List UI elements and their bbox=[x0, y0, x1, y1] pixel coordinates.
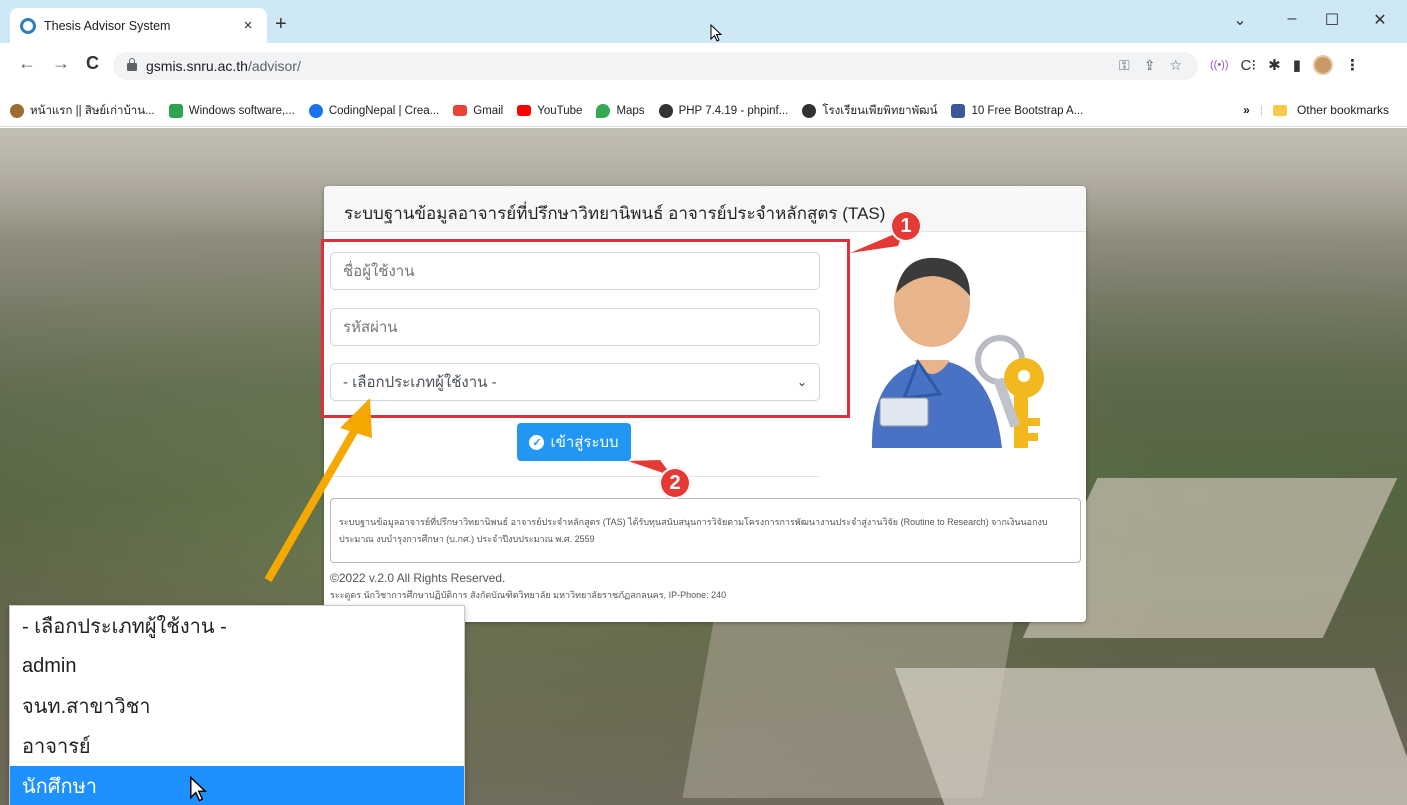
password-input[interactable] bbox=[330, 308, 820, 346]
bookmarks-divider: | bbox=[1259, 103, 1263, 117]
lock-icon bbox=[127, 58, 137, 71]
maps-icon bbox=[596, 103, 611, 118]
bookmark-favicon-icon bbox=[951, 103, 966, 118]
globe-icon bbox=[658, 103, 673, 118]
profile-avatar[interactable] bbox=[1312, 55, 1333, 75]
annotation-badge-1: 1 bbox=[890, 210, 922, 242]
login-title: ระบบฐานข้อมูลอาจารย์ที่ปรึกษาวิทยานิพนธ์… bbox=[324, 186, 1086, 232]
info-notice: ระบบฐานข้อมูลอาจารย์ที่ปรึกษาวิทยานิพนธ์… bbox=[330, 498, 1081, 563]
url-host: gsmis.snru.ac.th bbox=[146, 58, 248, 74]
mouse-cursor-icon bbox=[710, 24, 722, 42]
new-tab-button[interactable]: + bbox=[275, 13, 287, 36]
reload-button[interactable]: C bbox=[86, 53, 99, 74]
bookmark-item[interactable]: Maps bbox=[596, 103, 645, 118]
bookmarks-bar: หน้าแรก || สิษย์เก่าบ้าน... Windows soft… bbox=[0, 95, 1407, 127]
globe-icon bbox=[802, 103, 817, 118]
other-bookmarks[interactable]: Other bookmarks bbox=[1297, 103, 1389, 117]
tab-strip: Thesis Advisor System × + ⌄ – ☐ ✕ bbox=[0, 0, 1407, 43]
extension-cast-icon[interactable]: ((•)) bbox=[1210, 59, 1229, 71]
bookmarks-overflow-button[interactable]: » bbox=[1243, 103, 1250, 117]
back-button[interactable]: ← bbox=[18, 53, 36, 74]
user-type-dropdown-list: - เลือกประเภทผู้ใช้งาน - admin จนท.สาขาว… bbox=[9, 605, 465, 805]
page-background: ระบบฐานข้อมูลอาจารย์ที่ปรึกษาวิทยานิพนธ์… bbox=[0, 128, 1407, 805]
menu-kebab-icon[interactable]: ⋮ bbox=[1345, 56, 1360, 74]
bookmark-item[interactable]: YouTube bbox=[517, 105, 582, 117]
dropdown-option[interactable]: admin bbox=[10, 646, 464, 686]
bookmark-favicon-icon bbox=[168, 103, 183, 118]
gmail-icon bbox=[453, 105, 468, 116]
minimize-button[interactable]: – bbox=[1282, 10, 1302, 28]
dropdown-option[interactable]: จนท.สาขาวิชา bbox=[10, 686, 464, 726]
chevron-down-icon: ⌄ bbox=[796, 375, 807, 389]
dropdown-option-selected[interactable]: นักศึกษา bbox=[10, 766, 464, 805]
user-key-illustration-icon bbox=[871, 257, 1044, 448]
login-card: ระบบฐานข้อมูลอาจารย์ที่ปรึกษาวิทยานิพนธ์… bbox=[321, 186, 1086, 622]
key-icon[interactable]: ⚿ bbox=[1119, 57, 1130, 74]
bookmark-favicon-icon bbox=[10, 103, 24, 118]
youtube-icon bbox=[517, 105, 532, 116]
bookmark-favicon-icon bbox=[308, 103, 323, 118]
close-tab-icon[interactable]: × bbox=[239, 17, 257, 34]
username-input[interactable] bbox=[330, 252, 820, 290]
tab-search-icon[interactable]: ⌄ bbox=[1230, 10, 1250, 30]
bookmark-item[interactable]: หน้าแรก || สิษย์เก่าบ้าน... bbox=[10, 102, 155, 120]
bookmark-item[interactable]: 10 Free Bootstrap A... bbox=[951, 103, 1083, 118]
maximize-button[interactable]: ☐ bbox=[1322, 10, 1342, 30]
address-bar[interactable]: gsmis.snru.ac.th /advisor/ ⚿ ⇪ ☆ bbox=[113, 52, 1198, 80]
background-building bbox=[894, 668, 1407, 805]
user-type-selected: - เลือกประเภทผู้ใช้งาน - bbox=[343, 374, 497, 391]
login-button[interactable]: ✓ เข้าสู่ระบบ bbox=[517, 423, 631, 461]
bookmark-item[interactable]: โรงเรียนเพียพิทยาพัฒน์ bbox=[802, 102, 937, 120]
bookmark-item[interactable]: PHP 7.4.19 - phpinf... bbox=[658, 103, 788, 118]
url-path: /advisor/ bbox=[247, 58, 301, 74]
side-panel-icon[interactable]: ▮ bbox=[1293, 56, 1301, 74]
login-button-label: เข้าสู่ระบบ bbox=[550, 434, 619, 451]
site-favicon-icon bbox=[20, 17, 36, 34]
mouse-cursor-icon bbox=[190, 776, 208, 802]
dropdown-option[interactable]: - เลือกประเภทผู้ใช้งาน - bbox=[10, 606, 464, 646]
extensions-puzzle-icon[interactable]: ✱ bbox=[1268, 56, 1281, 74]
annotation-badge-2: 2 bbox=[659, 467, 691, 499]
browser-tab[interactable]: Thesis Advisor System × bbox=[10, 8, 267, 43]
extension-c-icon[interactable]: C⁝ bbox=[1241, 56, 1257, 74]
dropdown-option[interactable]: อาจารย์ bbox=[10, 726, 464, 766]
copyright: ©2022 v.2.0 All Rights Reserved. bbox=[330, 571, 506, 585]
divider bbox=[330, 476, 820, 477]
bookmark-item[interactable]: Gmail bbox=[453, 105, 503, 117]
check-circle-icon: ✓ bbox=[529, 434, 545, 450]
contact-info: ระะดูดร นักวิชาการศึกษาปฏิบัติการ สังกัด… bbox=[330, 590, 727, 600]
bookmark-item[interactable]: Windows software,... bbox=[168, 103, 295, 118]
tab-title: Thesis Advisor System bbox=[44, 18, 171, 33]
forward-button[interactable]: → bbox=[52, 53, 70, 74]
browser-toolbar: ← → C gsmis.snru.ac.th /advisor/ ⚿ ⇪ ☆ (… bbox=[0, 43, 1407, 95]
close-window-button[interactable]: ✕ bbox=[1370, 10, 1390, 30]
folder-icon bbox=[1272, 104, 1287, 116]
user-type-select[interactable]: - เลือกประเภทผู้ใช้งาน - ⌄ bbox=[330, 363, 820, 401]
share-icon[interactable]: ⇪ bbox=[1144, 57, 1156, 74]
bookmark-item[interactable]: CodingNepal | Crea... bbox=[308, 103, 439, 118]
bookmark-star-icon[interactable]: ☆ bbox=[1169, 57, 1182, 74]
